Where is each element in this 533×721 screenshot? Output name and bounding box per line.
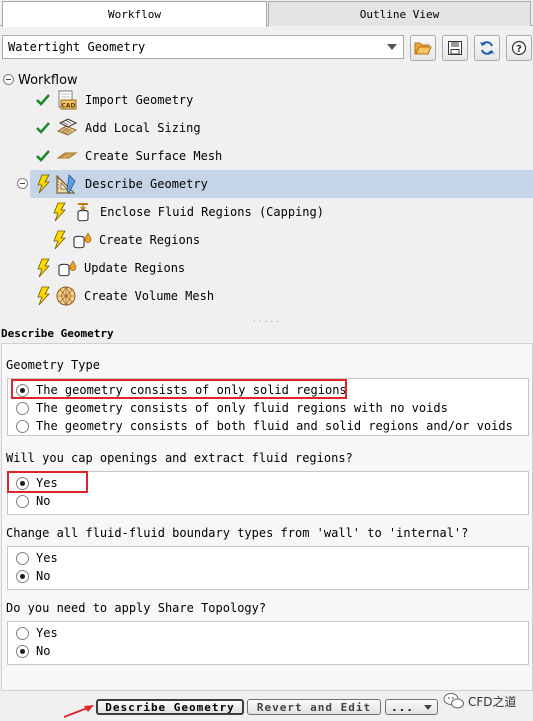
lightning-icon	[37, 174, 50, 194]
lightning-icon	[53, 202, 66, 222]
radio-label: No	[36, 569, 51, 583]
regions-icon	[73, 232, 92, 249]
geometry-type-option-both[interactable]: The geometry consists of both fluid and …	[16, 417, 513, 435]
radio-label: No	[36, 644, 51, 658]
tree-item-label: Create Regions	[99, 233, 201, 247]
geometry-type-group: The geometry consists of only solid regi…	[7, 378, 529, 436]
arrow-icon	[63, 705, 94, 718]
lightning-icon	[37, 258, 50, 278]
tab-outline-label: Outline View	[359, 7, 440, 21]
volume-mesh-icon	[56, 286, 76, 306]
cap-openings-label: Will you cap openings and extract fluid …	[6, 451, 353, 465]
tree-item-label: Create Volume Mesh	[84, 289, 215, 303]
tree-item-label: Enclose Fluid Regions (Capping)	[100, 205, 324, 219]
check-icon	[36, 122, 50, 134]
radio-button[interactable]	[16, 401, 29, 415]
revert-and-edit-button[interactable]: Revert and Edit	[247, 699, 381, 715]
svg-text:CAD: CAD	[61, 103, 75, 110]
radio-label: The geometry consists of only fluid regi…	[36, 401, 448, 415]
check-icon	[36, 150, 50, 162]
workflow-tree: Workflow CAD Import Geometry Add Local S…	[0, 67, 533, 317]
tree-item-describe-geometry[interactable]: Describe Geometry	[30, 170, 533, 198]
check-icon	[36, 94, 50, 106]
regions-icon	[58, 260, 77, 277]
sizing-icon	[56, 118, 78, 136]
share-topology-option-no[interactable]: No	[16, 642, 50, 660]
refresh-icon	[480, 41, 494, 55]
tree-item-create-regions[interactable]: Create Regions	[0, 227, 533, 253]
help-icon: ?	[511, 40, 527, 56]
watermark-text: CFD之道	[468, 694, 517, 709]
collapse-icon[interactable]	[17, 178, 28, 189]
grip-icon: .....	[251, 315, 282, 324]
tree-item-enclose-fluid-regions[interactable]: Enclose Fluid Regions (Capping)	[0, 199, 533, 225]
lightning-icon	[53, 230, 66, 250]
tree-item-label: Describe Geometry	[85, 177, 208, 191]
help-button[interactable]: ?	[506, 35, 532, 61]
collapse-icon[interactable]	[3, 74, 14, 85]
more-options-label: ...	[391, 700, 414, 714]
radio-label: Yes	[36, 626, 58, 640]
watermark: CFD之道	[443, 692, 517, 710]
radio-button[interactable]	[16, 494, 29, 508]
share-topology-label: Do you need to apply Share Topology?	[6, 601, 267, 615]
svg-text:?: ?	[516, 44, 522, 55]
describe-geometry-button[interactable]: Describe Geometry	[96, 699, 244, 715]
surface-mesh-icon	[56, 152, 78, 159]
save-button[interactable]	[442, 35, 468, 61]
open-folder-button[interactable]	[410, 35, 436, 61]
boundary-types-option-yes[interactable]: Yes	[16, 549, 58, 567]
cap-openings-option-no[interactable]: No	[16, 492, 50, 510]
tree-item-label: Update Regions	[84, 261, 186, 275]
boundary-types-label: Change all fluid-fluid boundary types fr…	[6, 526, 469, 540]
tree-item-label: Add Local Sizing	[85, 121, 201, 135]
share-topology-group: Yes No	[7, 621, 529, 665]
tree-item-create-volume-mesh[interactable]: Create Volume Mesh	[0, 283, 533, 309]
chevron-down-icon[interactable]	[387, 44, 397, 50]
open-folder-icon	[414, 42, 432, 55]
radio-button[interactable]	[16, 569, 29, 583]
workflow-type-select[interactable]: Watertight Geometry	[2, 35, 404, 59]
tree-item-label: Import Geometry	[85, 93, 194, 107]
radio-button[interactable]	[16, 419, 29, 433]
refresh-button[interactable]	[474, 35, 500, 61]
radio-label: The geometry consists of both fluid and …	[36, 419, 513, 433]
highlight-box	[11, 379, 347, 399]
radio-button[interactable]	[16, 551, 29, 565]
tab-workflow-label: Workflow	[108, 8, 161, 21]
tab-outline-view[interactable]: Outline View	[268, 1, 531, 26]
geometry-type-label: Geometry Type	[6, 358, 100, 372]
lightning-icon	[37, 286, 50, 306]
cap-openings-group: Yes No	[7, 471, 529, 515]
panel-title: Describe Geometry	[1, 327, 114, 340]
radio-button[interactable]	[16, 626, 29, 640]
geometry-type-option-fluid[interactable]: The geometry consists of only fluid regi…	[16, 399, 448, 417]
save-icon	[448, 41, 462, 55]
radio-label: No	[36, 494, 51, 508]
tree-root-label: Workflow	[18, 72, 78, 88]
share-topology-option-yes[interactable]: Yes	[16, 624, 58, 642]
tree-item-add-local-sizing[interactable]: Add Local Sizing	[0, 115, 533, 141]
capping-icon	[77, 203, 89, 222]
boundary-types-option-no[interactable]: No	[16, 567, 50, 585]
panel-splitter[interactable]: .....	[0, 315, 533, 324]
tree-item-update-regions[interactable]: Update Regions	[0, 255, 533, 281]
tree-item-label: Create Surface Mesh	[85, 149, 223, 163]
radio-button[interactable]	[16, 644, 29, 658]
tree-item-create-surface-mesh[interactable]: Create Surface Mesh	[0, 143, 533, 169]
tab-workflow[interactable]: Workflow	[2, 1, 267, 27]
boundary-types-group: Yes No	[7, 546, 529, 590]
wechat-icon	[443, 693, 464, 709]
describe-geometry-panel: Geometry Type The geometry consists of o…	[1, 343, 533, 691]
describe-geometry-icon	[56, 174, 76, 194]
highlight-box	[7, 471, 88, 493]
workflow-type-value: Watertight Geometry	[8, 40, 146, 54]
workflow-toolbar: Watertight Geometry ?	[0, 33, 533, 63]
cad-icon: CAD	[58, 90, 77, 110]
more-options-button[interactable]: ...	[385, 699, 438, 715]
radio-label: Yes	[36, 551, 58, 565]
tab-bar: Workflow Outline View	[0, 0, 533, 27]
tree-item-import-geometry[interactable]: CAD Import Geometry	[0, 87, 533, 113]
chevron-down-icon	[423, 704, 432, 710]
